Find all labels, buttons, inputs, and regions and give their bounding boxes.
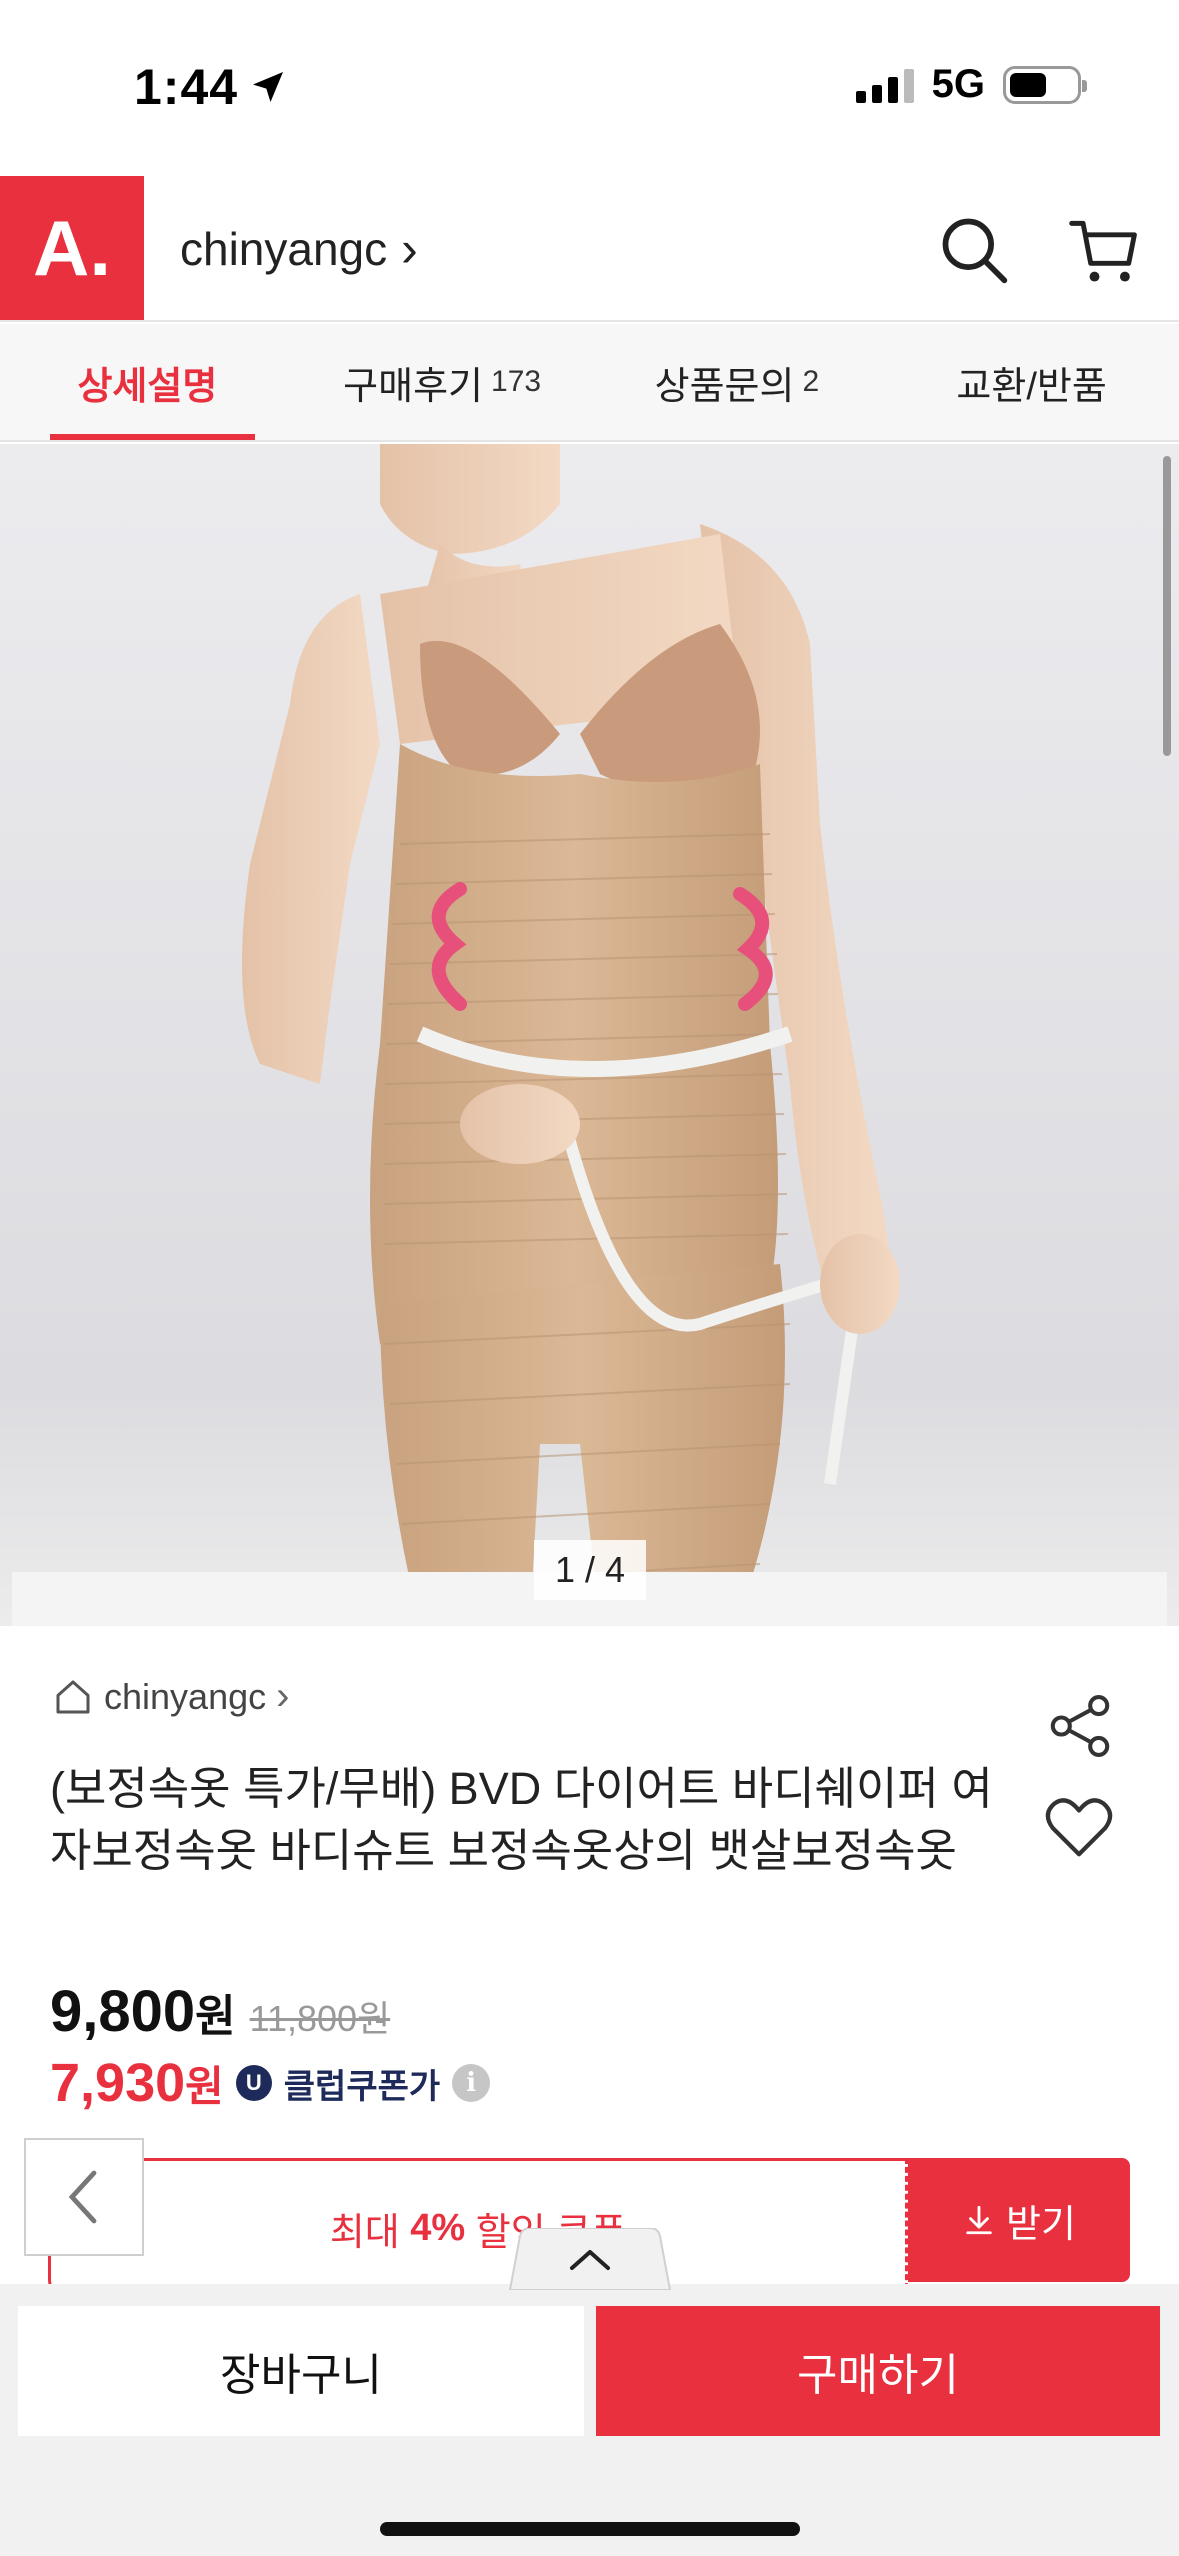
- search-icon[interactable]: [936, 212, 1012, 288]
- detail-tabs: 상세설명 구매후기 173 상품문의 2 교환/반품: [0, 324, 1179, 442]
- buy-now-button[interactable]: 구매하기: [596, 2306, 1160, 2436]
- store-name: chinyangc: [180, 223, 388, 275]
- club-badge-icon: U: [235, 2065, 272, 2101]
- product-title: (보정속옷 특가/무배) BVD 다이어트 바디쉐이퍼 여자보정속옷 바디슈트 …: [50, 1763, 993, 1876]
- product-store-link[interactable]: chinyangc ›: [52, 1674, 289, 1719]
- tab-label: 교환/반품: [956, 365, 1107, 408]
- add-to-cart-button[interactable]: 장바구니: [18, 2306, 584, 2436]
- coupon-price-value: 7,930: [50, 2053, 186, 2113]
- tab-count: 2: [802, 365, 820, 398]
- cart-icon[interactable]: [1066, 212, 1142, 288]
- share-icon[interactable]: [1046, 1692, 1114, 1760]
- tab-label: 구매후기: [343, 365, 484, 408]
- original-price: 11,800원: [249, 1998, 391, 2039]
- club-coupon-label: 클럽쿠폰가: [283, 2067, 441, 2106]
- tab-exchange-return[interactable]: 교환/반품: [884, 324, 1179, 440]
- clock: 1:44: [134, 59, 239, 115]
- tab-reviews[interactable]: 구매후기 173: [295, 324, 590, 440]
- sale-price-value: 9,800: [50, 1979, 196, 2044]
- image-pager: 1 / 4: [534, 1540, 646, 1600]
- scrollbar[interactable]: [1163, 456, 1171, 756]
- tab-label: 상품문의: [654, 365, 795, 408]
- home-icon: [56, 1680, 90, 1713]
- chevron-right-icon: ›: [276, 1674, 290, 1718]
- cellular-signal-icon: [855, 67, 914, 103]
- back-button[interactable]: [24, 2138, 144, 2256]
- coupon-banner[interactable]: 최대 4% 할인 쿠폰: [48, 2158, 908, 2298]
- tab-count: 173: [491, 365, 542, 398]
- get-coupon-label: 받기: [1006, 2203, 1076, 2246]
- coupon-price-row: 7,930원 U 클럽쿠폰가 i: [50, 2052, 491, 2114]
- tab-label: 상세설명: [77, 365, 218, 408]
- battery-icon: [1003, 65, 1087, 104]
- status-time: 1:44: [134, 58, 288, 116]
- store-link[interactable]: chinyangc ›: [180, 220, 418, 278]
- app-logo[interactable]: A.: [0, 176, 144, 320]
- status-indicators: 5G: [855, 62, 1087, 107]
- location-arrow-icon: [253, 72, 284, 102]
- product-photo-illustration: [12, 444, 1167, 1626]
- coupon-price-unit: 원: [185, 2063, 224, 2110]
- get-coupon-button[interactable]: 받기: [908, 2158, 1130, 2282]
- coupon-prefix: 최대: [329, 2211, 411, 2254]
- product-image[interactable]: [0, 444, 1179, 1626]
- info-icon[interactable]: i: [452, 2064, 491, 2102]
- home-indicator[interactable]: [380, 2522, 800, 2536]
- coupon-discount: 4%: [410, 2206, 466, 2249]
- price-row: 9,800원 11,800원: [50, 1978, 390, 2045]
- collapse-toggle[interactable]: [496, 2228, 684, 2290]
- tab-inquiries[interactable]: 상품문의 2: [590, 324, 885, 440]
- tab-description[interactable]: 상세설명: [0, 324, 295, 440]
- product-store-name: chinyangc: [104, 1675, 267, 1717]
- chevron-right-icon: ›: [401, 221, 418, 277]
- coupon-price: 7,930원: [50, 2052, 224, 2114]
- sale-price: 9,800원: [50, 1978, 236, 2045]
- sale-price-unit: 원: [195, 1992, 236, 2041]
- download-icon: [966, 2205, 992, 2235]
- network-type: 5G: [931, 62, 985, 106]
- chevron-left-icon: [68, 2170, 97, 2224]
- heart-icon[interactable]: [1044, 1796, 1114, 1860]
- app-header: A. chinyangc ›: [0, 176, 1179, 322]
